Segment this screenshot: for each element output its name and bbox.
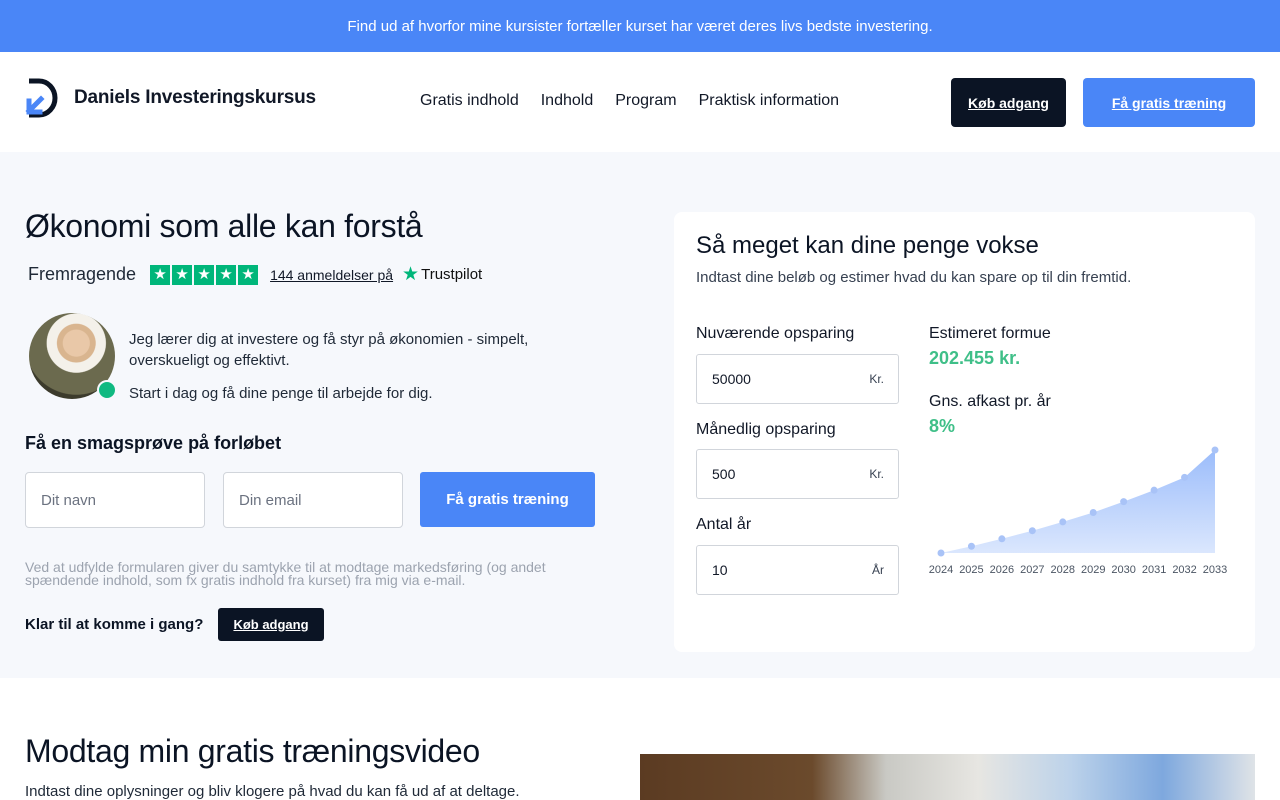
free-training-button[interactable]: Få gratis træning [1083,78,1255,127]
name-placeholder: Dit navn [41,491,97,509]
announcement-text[interactable]: Find ud af hvorfor mine kursister fortæl… [347,18,932,35]
chart-x-tick-label: 2027 [1020,564,1044,576]
video-section: Modtag min gratis træningsvideo Indtast … [0,678,1280,800]
return-label: Gns. afkast pr. år [929,393,1051,410]
chart-point [1181,473,1189,481]
calculator-subtitle: Indtast dine beløb og estimer hvad du ka… [696,269,1132,286]
calculator-title: Så meget kan dine penge vokse [696,232,1039,259]
estimate-label: Estimeret formue [929,325,1051,342]
star-icon: ★ [172,264,193,285]
return-value: 8% [929,416,956,436]
years-value: 10 [712,562,728,578]
chart-point [1059,518,1067,526]
hero-section: Økonomi som alle kan forstå Fremragende … [0,152,1280,678]
chart-x-tick-label: 2029 [1081,564,1105,576]
intro-cta-text: Start i dag og få dine penge til arbejde… [129,385,433,402]
chart-point [1028,527,1036,535]
submit-free-training-button[interactable]: Få gratis træning [420,472,595,527]
chart-point [1211,446,1219,454]
years-label: Antal år [696,516,752,533]
chart-x-tick-label: 2028 [1051,564,1075,576]
rating-label: Fremragende [28,264,137,284]
video-section-title: Modtag min gratis træningsvideo [25,733,480,769]
chart-x-tick-label: 2030 [1111,564,1135,576]
star-icon: ★ [216,264,237,285]
current-savings-label: Nuværende opsparing [696,325,855,342]
current-savings-input[interactable]: 50000 Kr. [696,354,899,404]
growth-chart: 2024 2025 2026 2027 2028 2029 2030 2031 2032 2033 [929,446,1227,576]
hero-title: Økonomi som alle kan forstå [25,208,423,244]
trustpilot-text: Trustpilot [421,266,483,283]
logo-icon [25,78,58,118]
chart-x-tick-label: 2025 [959,564,983,576]
video-thumbnail[interactable] [640,754,1255,800]
chart-point [1150,486,1158,494]
online-status-icon [97,380,117,400]
announcement-bar[interactable]: Find ud af hvorfor mine kursister fortæl… [0,0,1280,52]
chart-x-tick-label: 2032 [1172,564,1196,576]
estimate-value: 202.455 kr. [929,348,1021,368]
nav-item-program[interactable]: Program [615,92,676,110]
nav-item-praktisk-information[interactable]: Praktisk information [699,92,840,110]
years-input[interactable]: 10 År [696,545,899,595]
video-section-subtitle: Indtast dine oplysninger og bliv klogere… [25,783,520,800]
trustpilot-logo[interactable]: ★ Trustpilot [402,263,482,286]
site-header: Daniels Investeringskursus Gratis indhol… [0,52,1280,152]
buy-access-button[interactable]: Køb adgang [951,78,1066,127]
monthly-savings-input[interactable]: 500 Kr. [696,449,899,499]
ready-text: Klar til at komme i gang? [25,616,204,633]
savings-calculator: Så meget kan dine penge vokse Indtast di… [674,212,1255,652]
chart-area [941,450,1215,553]
name-input[interactable]: Dit navn [25,472,205,528]
star-icon: ★ [238,264,259,285]
buy-access-small-button[interactable]: Køb adgang [218,608,324,641]
logo[interactable]: Daniels Investeringskursus [25,77,316,119]
email-placeholder: Din email [239,491,302,509]
consent-text: Ved at udfylde formularen giver du samty… [25,559,546,588]
chart-point [937,549,945,557]
rating-stars: ★ ★ ★ ★ ★ [150,264,259,285]
current-savings-value: 50000 [712,371,751,387]
chart-x-tick-label: 2031 [1142,564,1166,576]
form-title: Få en smagsprøve på forløbet [25,433,282,453]
chart-point [967,542,975,550]
nav-item-indhold[interactable]: Indhold [541,92,594,110]
chart-x-tick-label: 2033 [1203,564,1227,576]
monthly-savings-label: Månedlig opsparing [696,421,836,438]
chart-point [998,535,1006,543]
trustpilot-star-icon: ★ [402,264,420,285]
nav-item-gratis-indhold[interactable]: Gratis indhold [420,92,519,110]
main-nav: Gratis indhold Indhold Program Praktisk … [420,92,839,110]
intro-text: Jeg lærer dig at investere og få styr på… [129,331,529,369]
monthly-savings-unit: Kr. [869,467,884,481]
email-input[interactable]: Din email [223,472,403,528]
reviews-link[interactable]: 144 anmeldelser på [270,267,393,283]
star-icon: ★ [150,264,171,285]
logo-text: Daniels Investeringskursus [74,87,316,108]
trustpilot-rating: Fremragende ★ ★ ★ ★ ★ 144 anmeldelser på… [28,263,482,286]
monthly-savings-value: 500 [712,466,736,482]
chart-point [1089,508,1097,516]
current-savings-unit: Kr. [869,372,884,386]
star-icon: ★ [194,264,215,285]
chart-x-tick-label: 2026 [990,564,1014,576]
chart-x-tick-label: 2024 [929,564,953,576]
years-unit: År [872,563,884,577]
chart-point [1120,498,1128,506]
avatar [29,313,117,400]
